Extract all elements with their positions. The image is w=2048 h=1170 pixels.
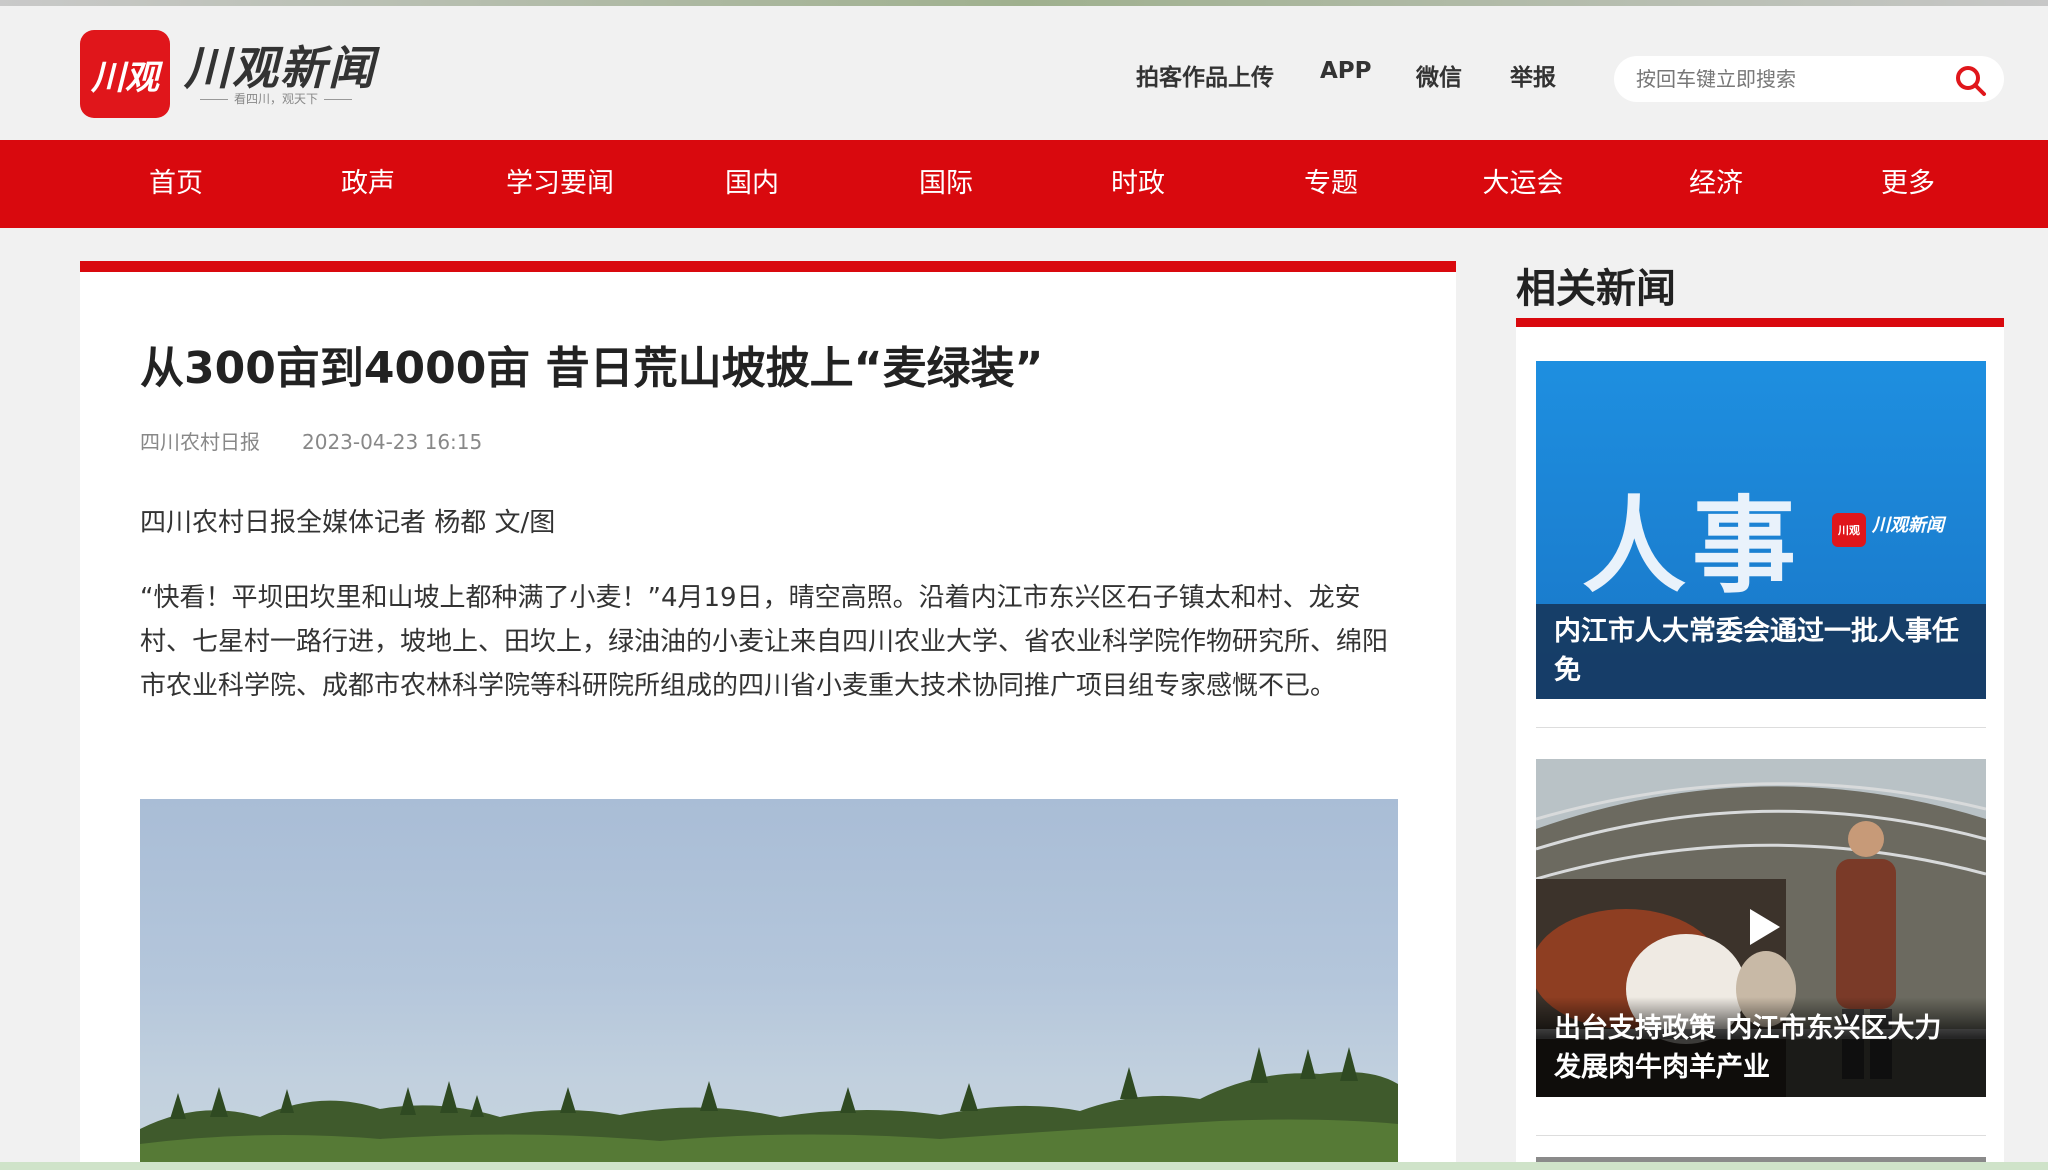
main-nav: 首页 政声 学习要闻 国内 国际 时政 专题 大运会 经济 更多 [0,140,2048,228]
related-news-panel: 人事 川观 川观新闻 内江市人大常委会通过一批人事任免 出台支持政策 内江市东兴… [1516,327,2004,1170]
nav-special[interactable]: 专题 [1256,140,1406,228]
search-box [1614,56,2004,102]
nav-study-news[interactable]: 学习要闻 [485,140,635,228]
card-mini-logo-name: 川观新闻 [1872,515,1944,536]
article-datetime: 2023-04-23 16:15 [302,430,483,454]
related-news-title: 相关新闻 [1516,266,1676,312]
landscape-photo [140,1047,1398,1170]
nav-economy[interactable]: 经济 [1641,140,1791,228]
card-divider [1536,1135,1986,1136]
nav-zhengsheng[interactable]: 政声 [293,140,443,228]
nav-more[interactable]: 更多 [1833,140,1983,228]
logo-text: 川观 [91,57,159,98]
play-icon[interactable] [1736,901,1788,953]
article-source: 四川农村日报 [140,430,260,454]
card-mini-logo: 川观 [1832,513,1866,547]
report-link[interactable]: 举报 [1510,58,1556,92]
nav-politics[interactable]: 时政 [1063,140,1213,228]
bottom-strip [0,1162,2048,1170]
app-link[interactable]: APP [1320,58,1372,84]
related-news-card-personnel[interactable]: 人事 川观 川观新闻 内江市人大常委会通过一批人事任免 [1536,361,1986,699]
wechat-link[interactable]: 微信 [1416,58,1462,92]
nav-home[interactable]: 首页 [101,140,251,228]
card-divider [1536,727,1986,728]
card-image-text: 人事 [1582,485,1803,607]
card-caption[interactable]: 内江市人大常委会通过一批人事任免 [1536,604,1986,699]
article-panel: 从300亩到4000亩 昔日荒山坡披上“麦绿装” 四川农村日报 2023-04-2… [80,261,1456,1170]
site-name[interactable]: 川观新闻 [184,32,376,98]
nav-international[interactable]: 国际 [871,140,1021,228]
search-input[interactable] [1636,64,1936,94]
related-news-accent-bar [1516,318,2004,327]
card-caption[interactable]: 出台支持政策 内江市东兴区大力发展肉牛肉羊产业 [1536,997,1986,1097]
upload-work-link[interactable]: 拍客作品上传 [1136,58,1274,92]
article-title: 从300亩到4000亩 昔日荒山坡披上“麦绿装” [140,343,1044,394]
site-logo[interactable]: 川观 [80,30,170,118]
article-paragraph: “快看！平坝田坎里和山坡上都种满了小麦！”4月19日，晴空高照。沿着内江市东兴区… [140,583,1389,701]
site-slogan: 看四川，观天下 [186,90,366,107]
nav-domestic[interactable]: 国内 [677,140,827,228]
article-byline: 四川农村日报全媒体记者 杨都 文/图 [140,508,556,538]
article-photo [140,799,1398,1170]
article-meta: 四川农村日报 2023-04-23 16:15 [140,426,482,455]
nav-universiade[interactable]: 大运会 [1448,140,1598,228]
site-header: 川观 川观新闻 看四川，观天下 拍客作品上传 APP 微信 举报 [0,6,2048,140]
search-icon[interactable] [1954,64,1988,98]
related-news-card-cattle[interactable]: 出台支持政策 内江市东兴区大力发展肉牛肉羊产业 [1536,759,1986,1097]
